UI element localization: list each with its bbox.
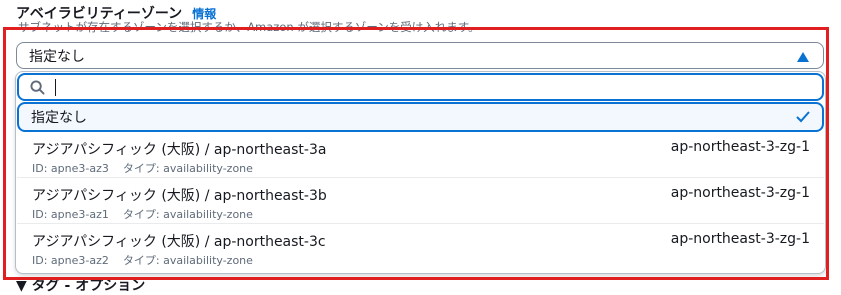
option-name: アジアパシフィック (大阪) / ap-northeast-3c — [32, 234, 326, 250]
field-description: サブネットが存在するゾーンを選択するか、Amazon が選択するゾーンを受け入れ… — [18, 21, 480, 34]
option-type: タイプ: availability-zone — [122, 208, 253, 221]
option-id: ID: apne3-az1 — [32, 208, 109, 221]
option-label: 指定なし — [31, 110, 87, 126]
option-ap-northeast-3a[interactable]: アジアパシフィック (大阪) / ap-northeast-3a ID: apn… — [17, 133, 824, 178]
search-icon — [30, 80, 45, 95]
select-value: 指定なし — [29, 48, 85, 65]
tags-section-toggle[interactable]: ▼ タグ - オプション — [16, 275, 145, 295]
text-cursor — [55, 79, 56, 96]
option-ap-northeast-3c[interactable]: アジアパシフィック (大阪) / ap-northeast-3c ID: apn… — [17, 225, 824, 270]
field-header: アベイラビリティーゾーン 情報 — [16, 3, 216, 23]
option-ap-northeast-3b[interactable]: アジアパシフィック (大阪) / ap-northeast-3b ID: apn… — [17, 179, 824, 224]
option-type: タイプ: availability-zone — [122, 254, 253, 267]
option-name: アジアパシフィック (大阪) / ap-northeast-3b — [32, 188, 327, 204]
option-zone-group: ap-northeast-3-zg-1 — [670, 231, 810, 247]
availability-zone-select[interactable]: 指定なし — [16, 42, 824, 69]
field-label: アベイラビリティーゾーン — [16, 6, 183, 22]
option-zone-group: ap-northeast-3-zg-1 — [670, 185, 810, 201]
option-id: ID: apne3-az2 — [32, 254, 109, 267]
option-id: ID: apne3-az3 — [32, 162, 109, 175]
option-name: アジアパシフィック (大阪) / ap-northeast-3a — [32, 142, 327, 158]
option-meta: ID: apne3-az2 タイプ: availability-zone — [32, 252, 253, 268]
check-icon — [796, 111, 810, 123]
option-meta: ID: apne3-az1 タイプ: availability-zone — [32, 206, 253, 222]
options-dropdown: 指定なし アジアパシフィック (大阪) / ap-northeast-3a ID… — [15, 71, 826, 274]
option-zone-group: ap-northeast-3-zg-1 — [670, 139, 810, 155]
caret-up-icon — [797, 52, 809, 62]
filter-input[interactable] — [17, 73, 824, 101]
option-meta: ID: apne3-az3 タイプ: availability-zone — [32, 160, 253, 176]
option-none-selected[interactable]: 指定なし — [17, 102, 824, 132]
info-link[interactable]: 情報 — [192, 5, 216, 22]
option-type: タイプ: availability-zone — [122, 162, 253, 175]
